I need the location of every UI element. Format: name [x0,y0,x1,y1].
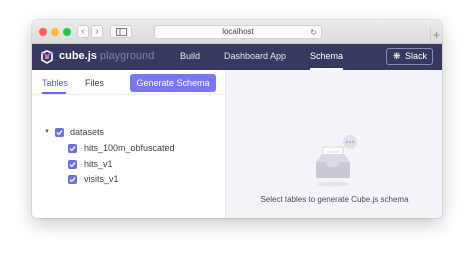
slack-icon: ❋ [393,51,401,61]
zoom-window-button[interactable] [63,28,71,36]
empty-state-message: Select tables to generate Cube.js schema [260,195,409,204]
tree-label-hits-v1: hits_v1 [84,159,113,169]
checkbox-visits-v1[interactable] [68,175,77,184]
address-bar[interactable]: localhost ↻ [154,25,322,39]
checkbox-hits-100m-obfuscated[interactable] [68,144,77,153]
tables-panel: Tables Files Generate Schema ▼ datasets … [32,70,225,218]
tree-label-datasets: datasets [70,127,105,137]
close-window-button[interactable] [39,28,47,36]
brand-subtitle: playground [99,50,155,62]
browser-titlebar: ‹ › localhost ↻ + [32,20,442,44]
browser-window: ‹ › localhost ↻ + cube.js playground Buil… [32,20,442,218]
schema-empty-state: Select tables to generate Cube.js schema [225,70,442,218]
tree-label-visits-v1: visits_v1 [84,174,119,184]
brand-name: cube.js playground [59,50,154,62]
empty-inbox-icon [312,134,362,195]
slack-label: Slack [405,51,428,61]
app-header: cube.js playground Build Dashboard App Sc… [32,44,442,70]
brand-title: cube.js [59,50,97,62]
url-text: localhost [222,27,254,36]
tab-files[interactable]: Files [85,78,104,88]
cubejs-logo-icon [40,50,54,69]
caret-down-icon[interactable]: ▼ [44,129,50,135]
checkbox-datasets[interactable] [55,128,64,137]
nav-tab-build[interactable]: Build [180,51,200,61]
sidebar-toggle-icon[interactable] [110,25,132,38]
tree-label-hits-100m-obfuscated: hits_100m_obfuscated [84,143,175,153]
reload-icon[interactable]: ↻ [310,27,317,39]
tab-tables[interactable]: Tables [42,78,68,88]
nav-tab-schema[interactable]: Schema [310,51,343,61]
back-icon[interactable]: ‹ [77,25,89,38]
generate-schema-button[interactable]: Generate Schema [130,74,216,92]
tabs-divider [32,94,225,95]
slack-button[interactable]: ❋ Slack [386,48,433,65]
forward-icon[interactable]: › [91,25,103,38]
new-tab-button[interactable]: + [430,27,442,44]
nav-tab-dashboard-app[interactable]: Dashboard App [224,51,286,61]
minimize-window-button[interactable] [51,28,59,36]
checkbox-hits-v1[interactable] [68,160,77,169]
